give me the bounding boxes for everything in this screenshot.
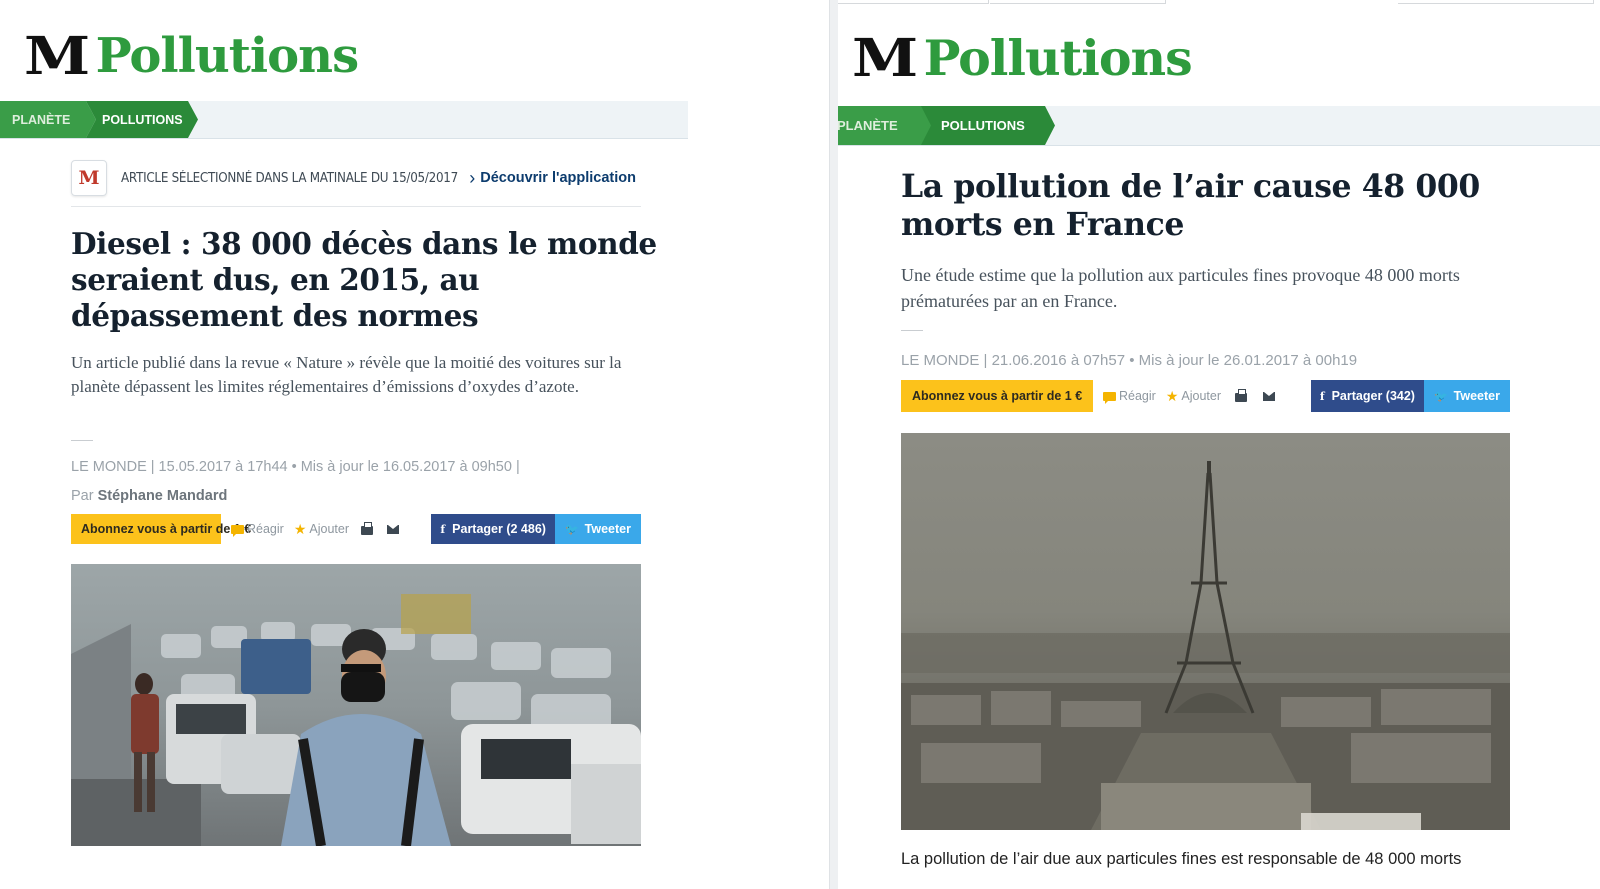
- print-icon: [361, 522, 373, 535]
- breadcrumb-planete[interactable]: PLANÈTE: [838, 106, 935, 145]
- article-headline: La pollution de l’air cause 48 000 morts…: [901, 168, 1480, 243]
- print-button[interactable]: [1235, 389, 1247, 402]
- star-icon: ★: [1165, 387, 1179, 404]
- facebook-icon: f: [440, 522, 446, 536]
- article-action-bar: Abonnez vous à partir de 1 € Réagir ★ Aj…: [901, 380, 1510, 412]
- article-dek: Une étude estime que la pollution aux pa…: [901, 265, 1460, 311]
- breadcrumb-bar: PLANÈTE POLLUTIONS: [0, 101, 688, 139]
- tweet-label: Tweeter: [584, 522, 631, 536]
- le-monde-logo[interactable]: M: [24, 26, 90, 87]
- add-button[interactable]: ★ Ajouter: [294, 521, 349, 538]
- section-header: M Pollutions: [24, 26, 360, 87]
- tweet-label: Tweeter: [1453, 389, 1500, 403]
- facebook-share-button[interactable]: f Partager (342): [1310, 380, 1424, 412]
- article-byline: Par Stéphane Mandard: [71, 488, 227, 504]
- add-button[interactable]: ★ Ajouter: [1166, 388, 1221, 405]
- comment-icon: [1103, 391, 1116, 404]
- right-article-screenshot: M Pollutions PLANÈTE POLLUTIONS La pollu…: [838, 0, 1600, 889]
- left-article-screenshot: M Pollutions PLANÈTE POLLUTIONS M ARTICL…: [0, 0, 700, 889]
- section-header: M Pollutions: [852, 28, 1193, 89]
- matinale-banner: M ARTICLE SÉLECTIONNÉ DANS LA MATINALE D…: [71, 160, 636, 196]
- article-action-bar: Abonnez vous à partir de 1 € Réagir ★ Aj…: [71, 514, 641, 544]
- discover-app-link[interactable]: Découvrir l'application: [480, 170, 636, 186]
- section-title[interactable]: Pollutions: [924, 29, 1193, 87]
- subscribe-button[interactable]: Abonnez vous à partir de 1 €: [71, 514, 251, 544]
- article-tools: Réagir ★ Ajouter: [221, 514, 431, 544]
- matinale-app-logo[interactable]: M: [71, 160, 107, 196]
- breadcrumb-pollutions[interactable]: POLLUTIONS: [86, 101, 198, 138]
- star-icon: ★: [293, 520, 307, 537]
- email-button[interactable]: [1263, 391, 1275, 401]
- react-label: Réagir: [247, 522, 284, 536]
- react-button[interactable]: Réagir: [1103, 389, 1156, 404]
- breadcrumb-pollutions[interactable]: POLLUTIONS: [921, 106, 1055, 145]
- le-monde-logo[interactable]: M: [852, 28, 918, 89]
- mail-icon: [1263, 391, 1275, 401]
- panel-divider: [830, 0, 838, 889]
- twitter-bird-icon: 🐦: [1433, 390, 1448, 403]
- dek-separator: [71, 440, 93, 441]
- dek-separator: [901, 330, 923, 331]
- subscribe-button[interactable]: Abonnez vous à partir de 1 €: [901, 380, 1093, 412]
- article-meta: LE MONDE | 15.05.2017 à 17h44 • Mis à jo…: [71, 459, 520, 475]
- browser-tab-strip: [838, 0, 1600, 4]
- email-button[interactable]: [387, 524, 399, 534]
- article-dek: Un article publié dans la revue « Nature…: [71, 353, 622, 396]
- add-label: Ajouter: [1181, 389, 1221, 403]
- mail-icon: [387, 524, 399, 534]
- article-meta: LE MONDE | 21.06.2016 à 07h57 • Mis à jo…: [901, 352, 1358, 369]
- react-label: Réagir: [1119, 389, 1156, 403]
- react-button[interactable]: Réagir: [231, 522, 284, 537]
- article-headline: Diesel : 38 000 décès dans le monde sera…: [71, 226, 657, 333]
- twitter-bird-icon: 🐦: [564, 523, 579, 536]
- tweet-button[interactable]: 🐦 Tweeter: [1423, 380, 1510, 412]
- print-icon: [1235, 389, 1247, 402]
- tweet-button[interactable]: 🐦 Tweeter: [554, 514, 641, 544]
- comment-icon: [231, 524, 244, 537]
- breadcrumb-planete[interactable]: PLANÈTE: [0, 101, 96, 138]
- share-label: Partager (2 486): [452, 522, 546, 536]
- facebook-share-button[interactable]: f Partager (2 486): [431, 514, 555, 544]
- byline-prefix: Par: [71, 488, 94, 504]
- chevron-right-icon: ›: [469, 167, 476, 188]
- traffic-pollution-photo: [71, 564, 641, 846]
- matinale-text: ARTICLE SÉLECTIONNÉ DANS LA MATINALE DU …: [121, 170, 458, 186]
- article-photo-eiffel[interactable]: [901, 433, 1510, 830]
- add-label: Ajouter: [309, 522, 349, 536]
- author-link[interactable]: Stéphane Mandard: [98, 488, 228, 504]
- section-title[interactable]: Pollutions: [96, 28, 360, 84]
- breadcrumb-bar: PLANÈTE POLLUTIONS: [838, 106, 1600, 146]
- print-button[interactable]: [361, 522, 373, 535]
- matinale-separator: [71, 206, 641, 207]
- article-body-start: La pollution de l’air due aux particules…: [901, 850, 1462, 868]
- share-label: Partager (342): [1331, 389, 1415, 403]
- facebook-icon: f: [1319, 389, 1325, 403]
- article-photo-traffic[interactable]: [71, 564, 641, 846]
- article-tools: Réagir ★ Ajouter: [1093, 380, 1311, 412]
- eiffel-tower-smog-photo: [901, 433, 1510, 830]
